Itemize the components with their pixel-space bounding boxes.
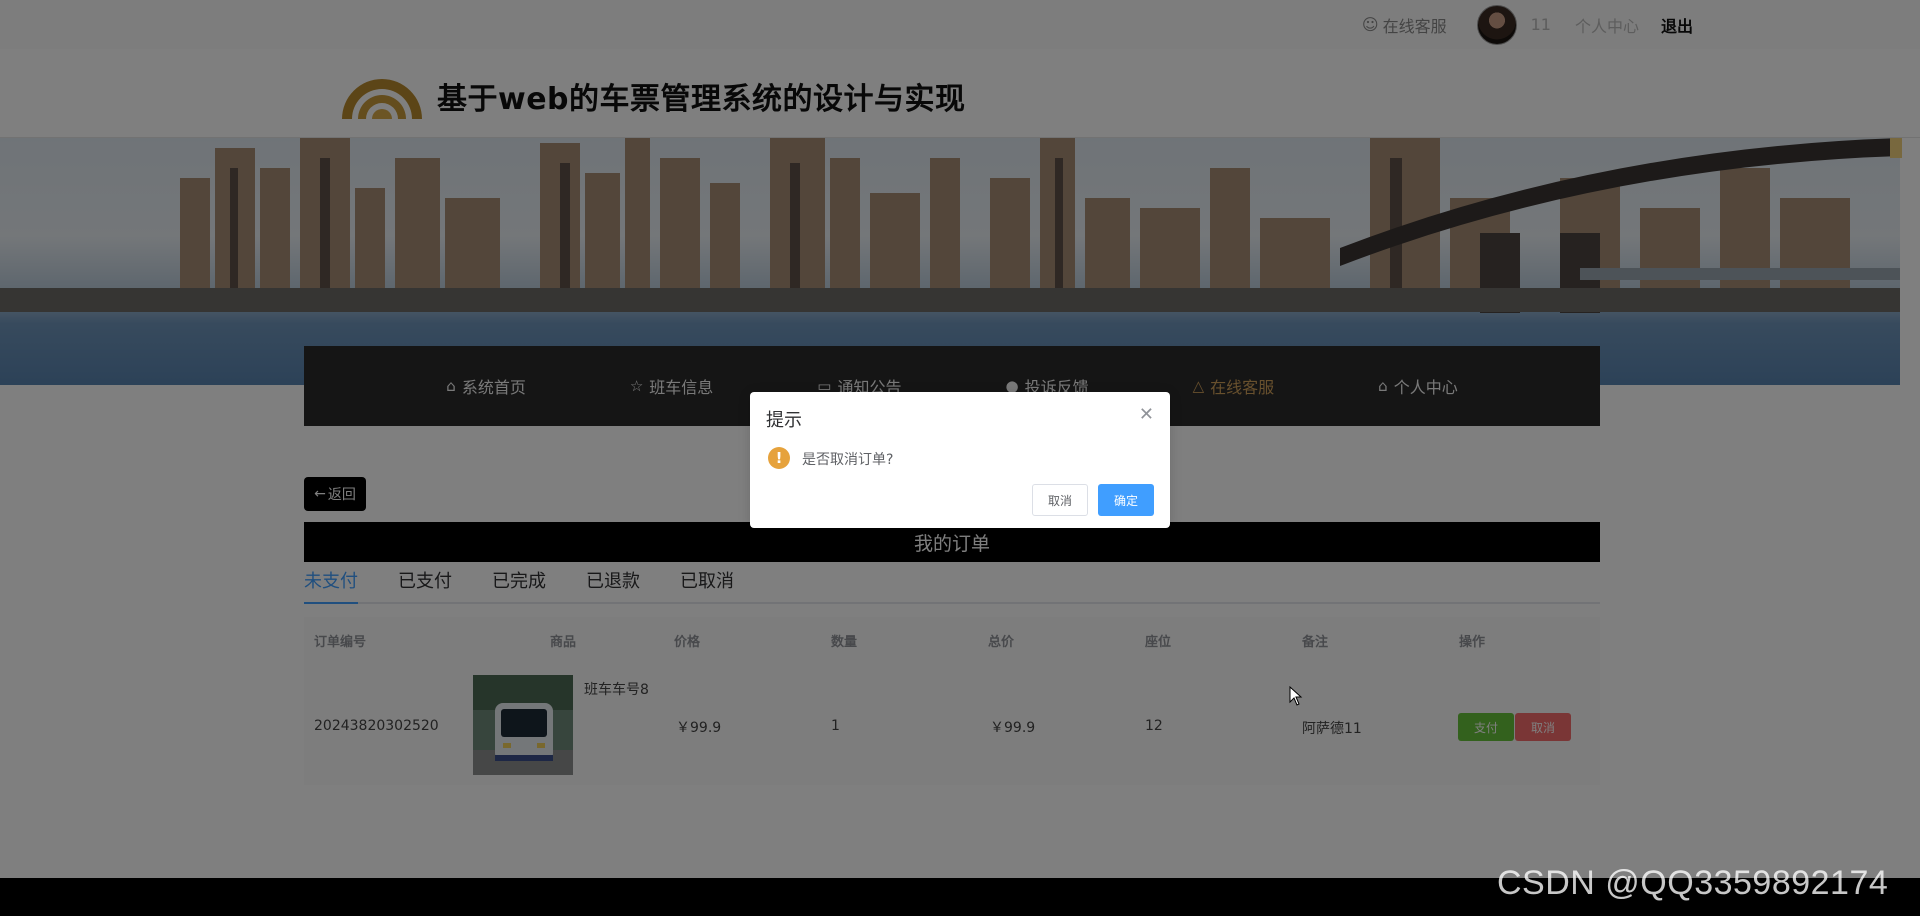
close-icon[interactable]: ✕ <box>1139 404 1154 425</box>
dialog-message: 是否取消订单? <box>802 452 894 468</box>
mouse-cursor-icon <box>1289 686 1303 706</box>
warning-icon: ! <box>768 447 790 469</box>
watermark-text: CSDN @QQ3359892174 <box>1497 864 1889 902</box>
confirm-dialog: 提示 ✕ ! 是否取消订单? 取消 确定 <box>750 392 1170 528</box>
dialog-confirm-button[interactable]: 确定 <box>1098 484 1154 516</box>
dialog-cancel-button[interactable]: 取消 <box>1032 484 1088 516</box>
dialog-title: 提示 <box>766 410 802 431</box>
